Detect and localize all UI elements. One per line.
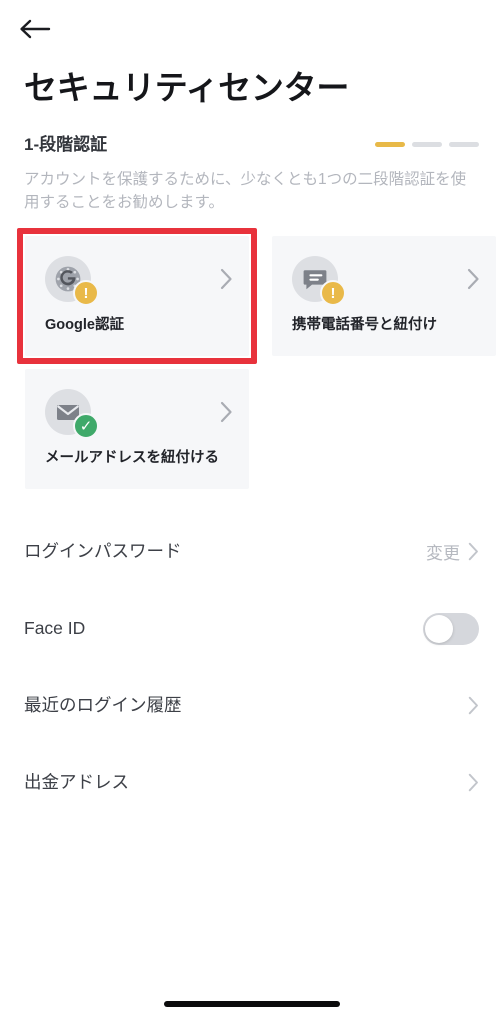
- page-title: セキュリティセンター: [24, 69, 350, 106]
- list-item-login-history[interactable]: 最近のログイン履歴: [0, 667, 503, 744]
- row-label: ログインパスワード: [24, 540, 182, 561]
- badge-mark: !: [83, 284, 89, 302]
- list-item-withdrawal-address[interactable]: 出金アドレス: [0, 744, 503, 821]
- card-row-2: ✓ メールアドレスを紐付ける: [0, 369, 503, 502]
- card-label: 携帯電話番号と紐付け: [292, 317, 437, 333]
- section-description: アカウントを保護するために、少なくとも1つの二段階認証を使用することをお勧めしま…: [24, 171, 467, 211]
- card-icon-group: ✓: [45, 389, 99, 439]
- face-id-toggle[interactable]: [423, 612, 479, 645]
- verified-badge: ✓: [73, 413, 99, 439]
- list-item-face-id[interactable]: Face ID: [0, 590, 503, 667]
- settings-list: ログインパスワード 変更 Face ID 最近のログイン履歴 出金アドレス: [0, 513, 503, 821]
- row-value: 変更: [426, 544, 460, 563]
- badge-mark: ✓: [79, 417, 93, 435]
- card-icon-group: !: [292, 256, 346, 306]
- row-right-group: 変更: [426, 539, 479, 564]
- card-icon-group: !: [45, 256, 99, 306]
- chevron-right-icon: [468, 542, 479, 561]
- security-center-screen: セキュリティセンター 1-段階認証 アカウントを保護するために、少なくとも1つの…: [0, 0, 503, 1024]
- step-bar-2: [412, 142, 442, 147]
- list-item-login-password[interactable]: ログインパスワード 変更: [0, 513, 503, 590]
- toggle-knob: [425, 614, 453, 643]
- warning-badge: !: [320, 280, 346, 306]
- arrow-left-icon: [18, 17, 52, 41]
- chevron-right-icon: [467, 268, 480, 290]
- row-right-group: [468, 773, 479, 792]
- back-button[interactable]: [18, 12, 64, 46]
- card-google-authenticator[interactable]: ! Google認証: [25, 236, 249, 356]
- card-email-binding[interactable]: ✓ メールアドレスを紐付ける: [25, 369, 249, 489]
- card-row-1: ! Google認証 ! 携帯電話番号と紐付け: [0, 236, 503, 369]
- home-indicator: [163, 1001, 340, 1007]
- row-label: 出金アドレス: [24, 771, 129, 792]
- step-bar-3: [449, 142, 479, 147]
- two-factor-card-grid: ! Google認証 ! 携帯電話番号と紐付け ✓ メールアドレスを紐付ける: [0, 236, 503, 502]
- chevron-right-icon: [468, 696, 479, 715]
- row-label: Face ID: [24, 617, 86, 638]
- row-label: 最近のログイン履歴: [24, 694, 182, 715]
- step-bar-1: [375, 142, 405, 147]
- card-label: メールアドレスを紐付ける: [45, 450, 219, 466]
- warning-badge: !: [73, 280, 99, 306]
- section-header: 1-段階認証: [24, 133, 479, 157]
- section-title: 1-段階認証: [24, 135, 108, 154]
- step-progress-indicator: [375, 142, 479, 147]
- badge-mark: !: [330, 284, 336, 302]
- card-phone-binding[interactable]: ! 携帯電話番号と紐付け: [272, 236, 496, 356]
- chevron-right-icon: [220, 268, 233, 290]
- row-right-group: [468, 696, 479, 715]
- row-right-group: [423, 612, 479, 645]
- navigation-bar: [0, 0, 503, 58]
- card-label: Google認証: [45, 317, 124, 333]
- chevron-right-icon: [220, 401, 233, 423]
- chevron-right-icon: [468, 773, 479, 792]
